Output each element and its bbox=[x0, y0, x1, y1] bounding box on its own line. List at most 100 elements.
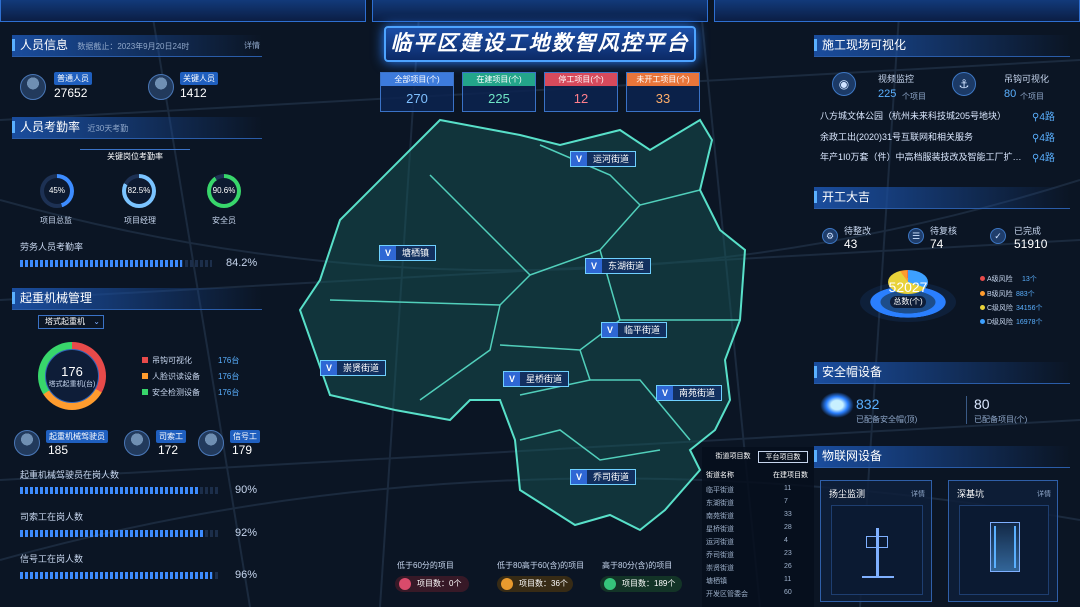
normal-staff-value: 27652 bbox=[54, 86, 88, 100]
row-name: 乔司街道 bbox=[706, 552, 734, 559]
review-icon: ☰ bbox=[908, 228, 924, 244]
street-qiaosi[interactable]: 乔司街道 bbox=[570, 469, 637, 485]
stat-unstarted-value: 33 bbox=[655, 91, 671, 106]
site-item-2-route[interactable]: ⚲4路 bbox=[1032, 129, 1055, 144]
legend-face-swatch bbox=[142, 373, 148, 379]
risk-d-value: 16978个 bbox=[1016, 319, 1043, 326]
hook-label: 吊钩可视化 bbox=[1004, 74, 1050, 84]
stat-stopped-projects[interactable]: 停工项目(个) 12 bbox=[544, 72, 618, 112]
attendance-header: 人员考勤率 近30天考勤 bbox=[12, 117, 262, 139]
crane-donut-value: 176 bbox=[61, 364, 83, 379]
legend-safety-value: 176台 bbox=[218, 388, 240, 397]
top-decoration-right bbox=[714, 0, 1080, 22]
bar-rigger-value: 92% bbox=[235, 527, 258, 539]
avatar-signal bbox=[198, 430, 224, 456]
site-header: 施工现场可视化 bbox=[814, 35, 1070, 57]
street-xingqiao[interactable]: 星桥街道 bbox=[503, 371, 570, 387]
table-row: 东湖街道 7 bbox=[706, 498, 814, 508]
row-count: 11 bbox=[784, 576, 792, 583]
helmet-configured-value: 80 bbox=[974, 396, 990, 412]
bar-signal-value: 96% bbox=[235, 569, 258, 581]
crane-header: 起重机械管理 bbox=[12, 288, 262, 310]
iot-card-dust[interactable]: 扬尘监测 详情 bbox=[820, 480, 932, 602]
crane-header-label: 起重机械管理 bbox=[20, 291, 93, 305]
site-item-3-name[interactable]: 年产1I0万套（件）中高档服装技改及智能工厂扩… bbox=[820, 150, 1026, 163]
risk-c-swatch bbox=[980, 305, 985, 310]
camera-icon: ◉ bbox=[832, 72, 856, 96]
rigger-value: 172 bbox=[158, 443, 179, 457]
legend-high-title: 高于80分(含)的项目 bbox=[602, 561, 673, 570]
site-header-label: 施工现场可视化 bbox=[822, 38, 907, 52]
row-count: 23 bbox=[784, 550, 792, 557]
stat-all-projects[interactable]: 全部项目(个) 270 bbox=[380, 72, 454, 112]
street-donghu[interactable]: 东湖街道 bbox=[585, 258, 652, 274]
top-decoration-center bbox=[372, 0, 708, 22]
tab-platform-count[interactable]: 平台项目数 bbox=[758, 451, 808, 463]
helmet-divider bbox=[966, 396, 967, 424]
iot-card-pit[interactable]: 深基坑 详情 bbox=[948, 480, 1058, 602]
video-unit: 个项目 bbox=[902, 92, 926, 101]
stat-unstarted-projects[interactable]: 未开工项目(个) 33 bbox=[626, 72, 700, 112]
site-item-3-route[interactable]: ⚲4路 bbox=[1032, 149, 1055, 164]
site-item-1-route-label: 4路 bbox=[1039, 112, 1055, 123]
row-name: 塘栖镇 bbox=[706, 578, 727, 585]
street-yunhe[interactable]: 运河街道 bbox=[570, 151, 637, 167]
avatar-normal bbox=[20, 74, 46, 100]
key-attendance-title: 关键岗位考勤率 bbox=[80, 149, 190, 162]
site-item-1-name[interactable]: 八方城文体公园（杭州未来科技城205号地块） bbox=[820, 109, 1020, 122]
helmet-header: 安全帽设备 bbox=[814, 362, 1070, 384]
ring-director: 45% bbox=[40, 174, 74, 208]
personnel-detail-link[interactable]: 详情 bbox=[244, 40, 260, 51]
row-name: 南苑街道 bbox=[706, 513, 734, 520]
legend-hook-swatch bbox=[142, 357, 148, 363]
row-count: 7 bbox=[784, 498, 788, 505]
row-count: 11 bbox=[784, 485, 792, 492]
table-header: 街道名称 在建项目数 bbox=[706, 470, 814, 480]
street-tangqi[interactable]: 塘栖镇 bbox=[379, 245, 437, 261]
rigger-tag: 司索工 bbox=[156, 430, 186, 443]
table-row: 星桥街道 28 bbox=[706, 524, 814, 534]
ring-director-label: 项目总监 bbox=[40, 216, 72, 225]
iot-card-pit-detail[interactable]: 详情 bbox=[1037, 489, 1051, 499]
stat-active-label: 在建项目(个) bbox=[463, 73, 535, 86]
helmet-icon bbox=[820, 392, 854, 418]
hook-icon: ⚓ bbox=[952, 72, 976, 96]
table-header-count: 在建项目数 bbox=[773, 472, 808, 479]
stat-stopped-value: 12 bbox=[573, 91, 589, 106]
crane-type-select[interactable]: 塔式起重机 ⌄ bbox=[38, 315, 104, 329]
kaigong-review-label: 待复核 bbox=[930, 226, 958, 236]
legend-mid-value: 项目数：36个 bbox=[519, 579, 568, 588]
risk-a-swatch bbox=[980, 276, 985, 281]
legend-high-pill: 项目数：189个 bbox=[600, 576, 682, 592]
helmet-configured-label: 已配备项目(个) bbox=[974, 415, 1028, 424]
risk-b-value: 883个 bbox=[1016, 291, 1035, 298]
iot-header-label: 物联网设备 bbox=[822, 449, 883, 463]
helmet-equipped-value: 832 bbox=[856, 396, 880, 412]
signal-tag: 信号工 bbox=[230, 430, 260, 443]
row-name: 开发区管委会 bbox=[706, 591, 748, 598]
row-name: 崇贤街道 bbox=[706, 565, 734, 572]
attendance-header-label: 人员考勤率 bbox=[20, 120, 81, 134]
key-staff-tag: 关键人员 bbox=[180, 72, 218, 85]
personnel-header: 人员信息 数据截止：2023年9月20日24时 bbox=[12, 35, 262, 57]
table-row: 临平街道 11 bbox=[706, 485, 814, 495]
driver-tag: 起重机械驾驶员 bbox=[46, 430, 108, 443]
street-chongxian[interactable]: 崇贤街道 bbox=[320, 360, 387, 376]
street-linping[interactable]: 临平街道 bbox=[601, 322, 668, 338]
legend-face-value: 176台 bbox=[218, 372, 240, 381]
site-item-1-route[interactable]: ⚲4路 bbox=[1032, 108, 1055, 123]
site-item-2-name[interactable]: 余政工出(2020)31号互联网和相关服务 bbox=[820, 130, 1020, 143]
row-count: 60 bbox=[784, 589, 792, 596]
street-nanyuan[interactable]: 南苑街道 bbox=[656, 385, 723, 401]
tab-street-count[interactable]: 街道项目数 bbox=[708, 451, 758, 463]
rectify-icon: ⚙ bbox=[822, 228, 838, 244]
risk-b-swatch bbox=[980, 291, 985, 296]
legend-face-label: 人脸识读设备 bbox=[152, 372, 200, 381]
table-row: 南苑街道 33 bbox=[706, 511, 814, 521]
site-item-3-route-label: 4路 bbox=[1039, 153, 1055, 164]
stat-active-projects[interactable]: 在建项目(个) 225 bbox=[462, 72, 536, 112]
iot-card-dust-detail[interactable]: 详情 bbox=[911, 489, 925, 499]
medal-icon bbox=[399, 578, 411, 590]
kaigong-pending-label: 待整改 bbox=[844, 226, 872, 236]
stat-unstarted-label: 未开工项目(个) bbox=[627, 73, 699, 86]
